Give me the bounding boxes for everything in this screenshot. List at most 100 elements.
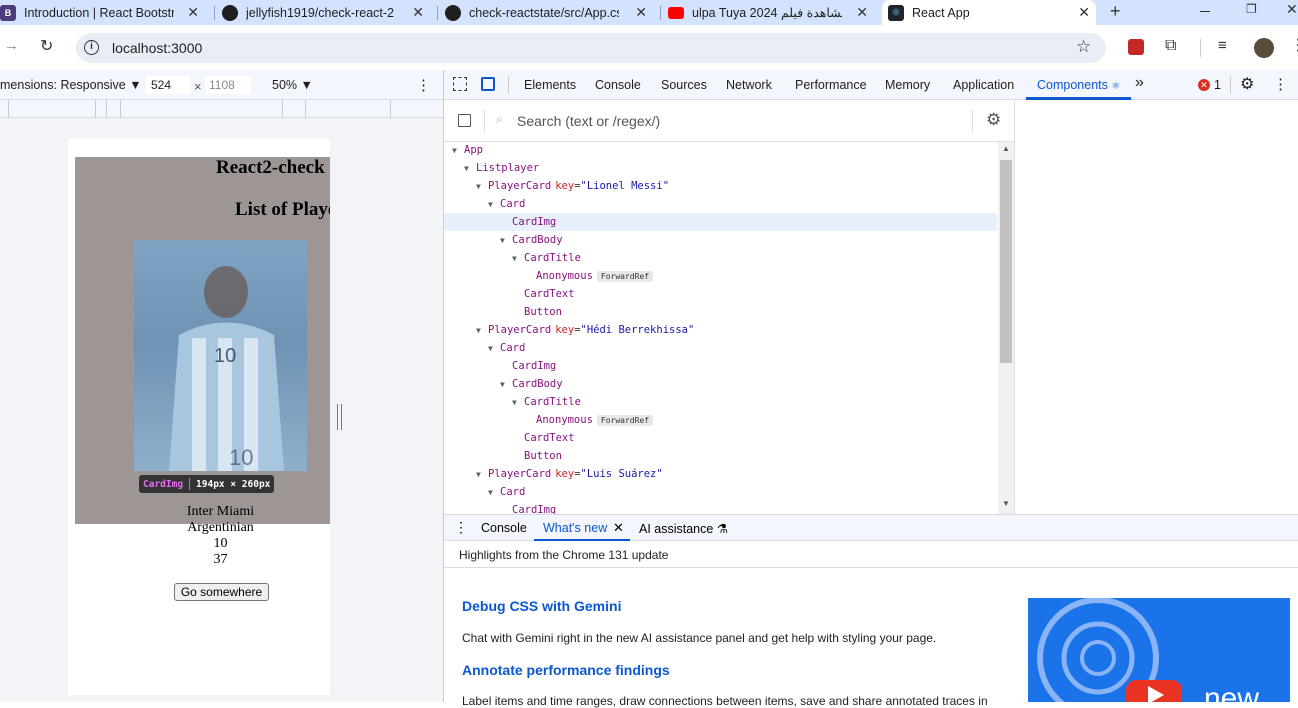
settings-gear-icon[interactable]: ⚙ — [1240, 74, 1254, 94]
expand-arrow-icon[interactable]: ▼ — [500, 376, 512, 394]
scroll-down-icon[interactable]: ▼ — [1002, 499, 1010, 508]
tree-row[interactable]: CardText — [444, 285, 997, 303]
tab-sources[interactable]: Sources — [661, 78, 707, 92]
chrome-menu-icon[interactable]: ⋮ — [1290, 35, 1298, 55]
drawer-tab-console[interactable]: Console — [481, 521, 527, 535]
panel-splitter[interactable] — [1014, 100, 1015, 514]
tab-application[interactable]: Application — [953, 78, 1014, 92]
bookmark-star-icon[interactable]: ☆ — [1076, 37, 1091, 57]
site-info-icon[interactable]: i — [84, 40, 99, 55]
close-icon[interactable]: ✕ — [856, 4, 868, 21]
media-query-ruler[interactable] — [0, 100, 443, 118]
dimensions-label: mensions: Responsive — [0, 78, 126, 92]
devtools-menu-icon[interactable]: ⋮ — [1273, 75, 1288, 93]
extensions-puzzle-icon[interactable]: ⧉ — [1165, 37, 1176, 55]
whats-new-promo-image[interactable]: new — [1028, 598, 1290, 702]
tree-row[interactable]: CardImg — [444, 357, 997, 375]
close-icon[interactable]: ✕ — [412, 4, 424, 21]
tree-row[interactable]: Button — [444, 447, 997, 465]
tab-elements[interactable]: Elements — [524, 78, 576, 92]
expand-arrow-icon[interactable]: ▼ — [500, 232, 512, 250]
tree-row[interactable]: ▼ PlayerCard key="Hédi Berrekhissa" — [444, 321, 997, 339]
extension-red-icon[interactable] — [1128, 39, 1144, 55]
expand-arrow-icon[interactable]: ▼ — [476, 466, 488, 484]
tab-react-bootstrap[interactable]: B Introduction | React Bootstrap ✕ — [0, 0, 205, 25]
tree-row[interactable]: ▼ App — [444, 141, 997, 159]
tree-row[interactable]: CardImg — [444, 213, 997, 231]
close-icon[interactable]: ✕ — [613, 520, 624, 536]
zoom-select[interactable]: 50% ▼ — [272, 78, 313, 92]
scroll-up-icon[interactable]: ▲ — [1002, 144, 1010, 153]
tree-row[interactable]: ▼ CardTitle — [444, 393, 997, 411]
tab-performance[interactable]: Performance — [795, 78, 867, 92]
url-text[interactable]: localhost:3000 — [112, 40, 202, 56]
error-counter[interactable]: ✕ 1 — [1198, 78, 1221, 92]
restore-icon[interactable]: ❐ — [1246, 2, 1257, 16]
height-input[interactable]: 1108 — [205, 76, 251, 94]
expand-arrow-icon[interactable]: ▼ — [476, 322, 488, 340]
expand-arrow-icon[interactable]: ▼ — [512, 394, 524, 412]
tree-row[interactable]: ▼ PlayerCard key="Lionel Messi" — [444, 177, 997, 195]
inspect-element-icon[interactable] — [453, 77, 467, 91]
expand-arrow-icon[interactable]: ▼ — [512, 250, 524, 268]
tree-row[interactable]: Button — [444, 303, 997, 321]
card-image[interactable]: 10 10 — [134, 240, 307, 471]
expand-arrow-icon[interactable]: ▼ — [464, 160, 476, 178]
tree-row[interactable]: ▼ Card — [444, 195, 997, 213]
expand-arrow-icon[interactable]: ▼ — [488, 340, 500, 358]
device-toggle-icon[interactable] — [481, 77, 495, 91]
devtools-toolbar: Elements Console Sources Network Perform… — [444, 70, 1298, 100]
width-input[interactable]: 524 — [146, 76, 190, 94]
expand-arrow-icon[interactable]: ▼ — [488, 484, 500, 502]
tree-row[interactable]: ▼ CardBody — [444, 231, 997, 249]
new-tab-icon[interactable]: + — [1110, 1, 1121, 22]
component-settings-icon[interactable]: ⚙ — [986, 110, 1001, 130]
tree-row[interactable]: ▼ Card — [444, 483, 997, 501]
device-more-icon[interactable]: ⋮ — [416, 76, 431, 94]
component-search-input[interactable]: Search (text or /regex/) — [517, 113, 660, 129]
tab-react-app[interactable]: ⚛ React App ✕ — [882, 0, 1096, 25]
tree-row[interactable]: ▼ Card — [444, 339, 997, 357]
tree-row[interactable]: ▼ CardBody — [444, 375, 997, 393]
promo-text: new — [1204, 682, 1260, 702]
close-icon[interactable]: ✕ — [635, 4, 647, 21]
tab-console[interactable]: Console — [595, 78, 641, 92]
tree-row[interactable]: CardText — [444, 429, 997, 447]
dimensions-select[interactable]: mensions: Responsive ▼ — [0, 78, 142, 92]
go-somewhere-button[interactable]: Go somewhere — [174, 583, 269, 601]
window-close-icon[interactable]: ✕ — [1286, 1, 1298, 18]
avatar[interactable] — [1254, 38, 1274, 58]
drawer-tab-ai-assistance[interactable]: AI assistance ⚗ — [639, 521, 728, 536]
tree-scrollbar-track[interactable]: ▲ ▼ — [998, 142, 1014, 514]
tab-network[interactable]: Network — [726, 78, 772, 92]
resize-handle[interactable] — [337, 404, 342, 430]
close-icon[interactable]: ✕ — [1078, 4, 1090, 21]
drawer-tab-whats-new[interactable]: What's new — [543, 521, 607, 535]
minimize-icon[interactable] — [1200, 11, 1210, 12]
drawer-menu-icon[interactable]: ⋮ — [454, 519, 468, 536]
tree-row[interactable]: ▼ PlayerCard key="Luis Suárez" — [444, 465, 997, 483]
feature-link-debug-css[interactable]: Debug CSS with Gemini — [462, 598, 621, 614]
close-icon[interactable]: ✕ — [187, 4, 199, 21]
tab-memory[interactable]: Memory — [885, 78, 930, 92]
tab-github-check-react-2[interactable]: jellyfish1919/check-react-2 ✕ — [222, 0, 430, 25]
tree-row[interactable]: ▼ CardTitle — [444, 249, 997, 267]
tab-youtube[interactable]: ulpa Tuya 2024 مشاهدة فيلم ✕ — [668, 0, 874, 25]
more-tabs-icon[interactable]: » — [1135, 74, 1144, 92]
select-component-icon[interactable] — [458, 114, 471, 127]
expand-arrow-icon[interactable]: ▼ — [452, 142, 464, 160]
address-bar[interactable]: i localhost:3000 ☆ — [76, 33, 1106, 63]
feature-link-annotate[interactable]: Annotate performance findings — [462, 662, 670, 678]
tree-row[interactable]: Anonymous ForwardRef — [444, 411, 997, 429]
forward-icon[interactable]: → — [4, 37, 19, 54]
reload-icon[interactable]: ↻ — [40, 36, 53, 56]
expand-arrow-icon[interactable]: ▼ — [476, 178, 488, 196]
scrollbar-thumb[interactable] — [1000, 160, 1012, 363]
tree-row[interactable]: Anonymous ForwardRef — [444, 267, 997, 285]
tab-github-app-css[interactable]: check-reactstate/src/App.css ✕ — [445, 0, 653, 25]
drawer-toolbar: ⋮ Console What's new ✕ AI assistance ⚗ — [444, 514, 1298, 541]
tree-row[interactable]: ▼ Listplayer — [444, 159, 997, 177]
reading-list-icon[interactable]: ≡ — [1218, 37, 1227, 54]
expand-arrow-icon[interactable]: ▼ — [488, 196, 500, 214]
tab-components[interactable]: Components ⚛ — [1037, 78, 1120, 92]
